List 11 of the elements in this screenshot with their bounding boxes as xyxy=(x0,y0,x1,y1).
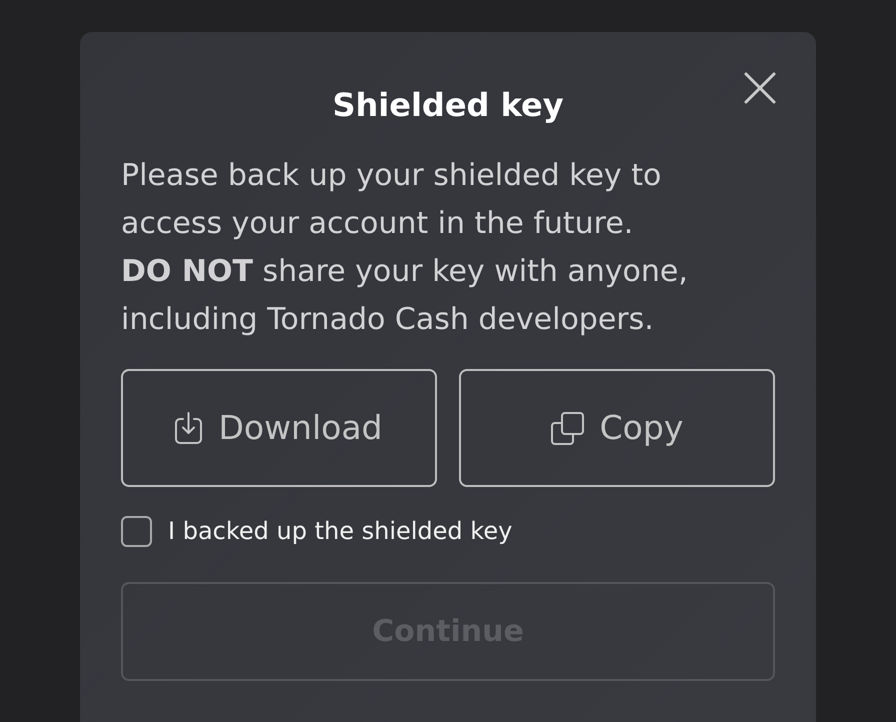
close-icon xyxy=(744,72,776,104)
dialog-title: Shielded key xyxy=(332,85,564,126)
close-button[interactable] xyxy=(744,72,776,104)
dialog-message: DO NOT share your key with anyone, including Tornado Cash developers. xyxy=(121,253,689,339)
download-button[interactable]: Download xyxy=(121,369,437,487)
download-icon xyxy=(175,412,202,444)
dialog-message: Please back up your shielded key to access your account in the future. xyxy=(121,157,662,243)
checkbox-label: I backed up the shielded key xyxy=(168,516,512,547)
checkbox[interactable] xyxy=(121,516,152,546)
copy-button[interactable]: Copy xyxy=(459,369,775,487)
copy-icon xyxy=(550,412,584,444)
